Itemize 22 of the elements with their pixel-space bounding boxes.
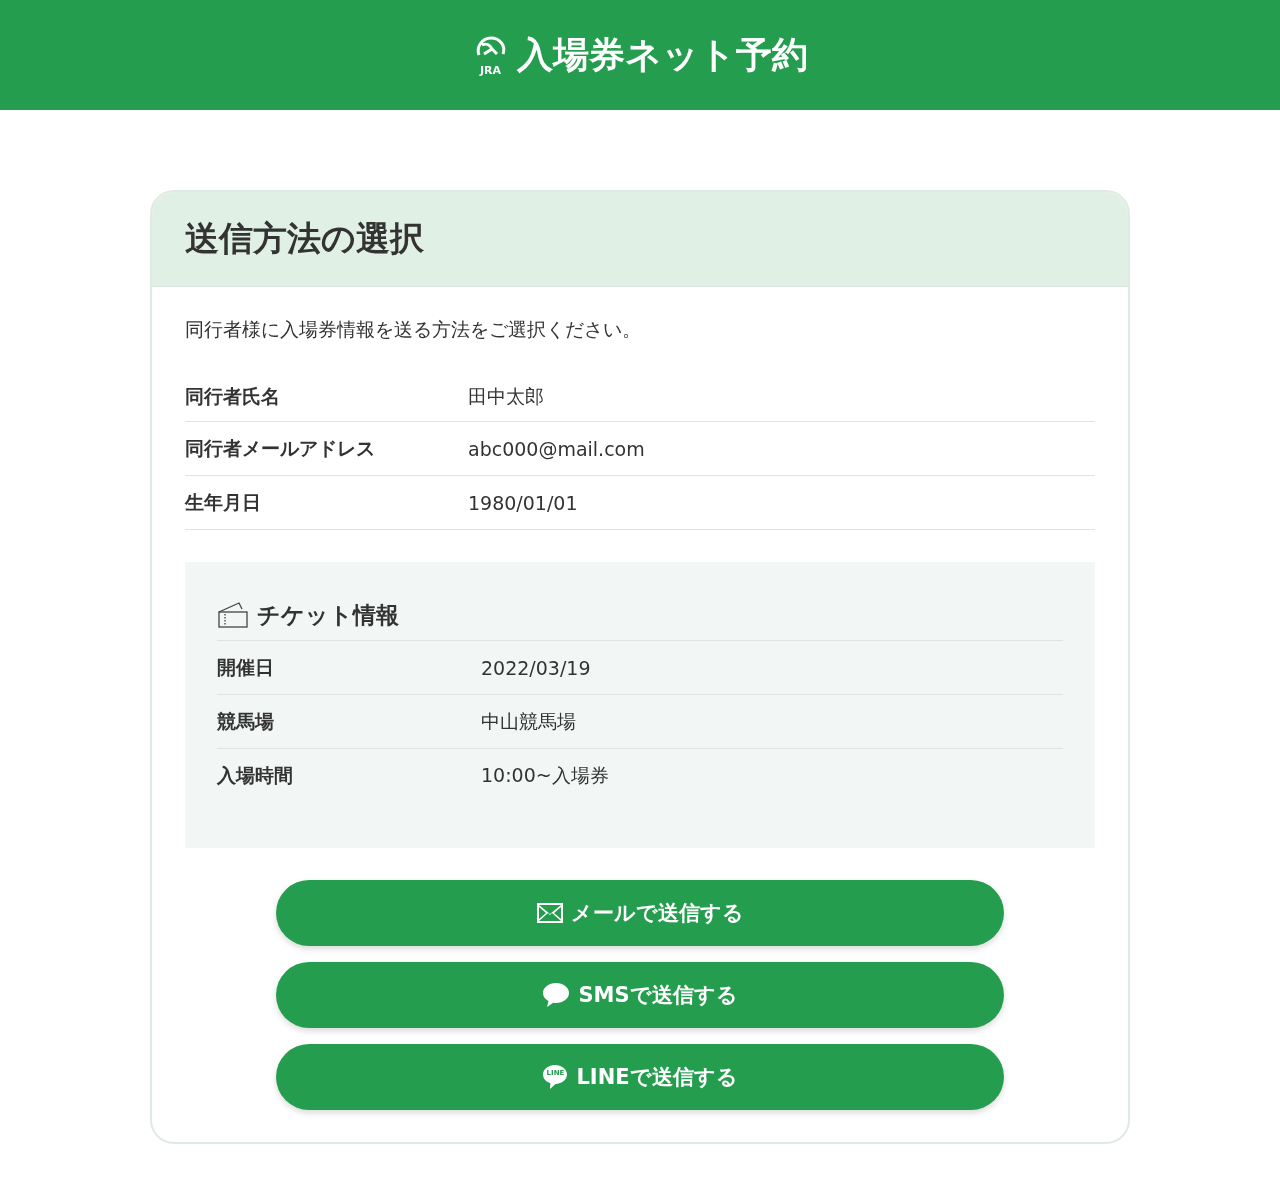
field-value: abc000@mail.com xyxy=(468,437,645,460)
ticket-title: チケット情報 xyxy=(257,600,399,630)
field-value: 田中太郎 xyxy=(468,384,544,409)
send-button[interactable]: SMSで送信する xyxy=(276,962,1004,1028)
field-label: 生年月日 xyxy=(185,489,262,515)
intro-text: 同行者様に入場券情報を送る方法をご選択ください。 xyxy=(185,317,642,342)
logo: JRA xyxy=(472,34,509,76)
card-title: 送信方法の選択 xyxy=(185,217,424,260)
ticket-icon xyxy=(217,601,249,629)
field-label: 同行者氏名 xyxy=(185,384,281,409)
field-label: 競馬場 xyxy=(217,708,275,734)
speech-bubble-icon xyxy=(542,982,571,1008)
mail-icon xyxy=(536,903,563,923)
field-value: 10:00~入場券 xyxy=(481,762,609,788)
site-title: 入場券ネット予約 xyxy=(516,32,808,77)
field-label: 入場時間 xyxy=(217,762,294,788)
field-label: 同行者メールアドレス xyxy=(185,435,376,461)
field-value: 1980/01/01 xyxy=(468,491,578,514)
field-value: 2022/03/19 xyxy=(481,656,591,679)
send-button[interactable]: メールで送信する xyxy=(276,880,1004,946)
field-label: 開催日 xyxy=(217,654,275,680)
field-value: 中山競馬場 xyxy=(481,708,576,734)
